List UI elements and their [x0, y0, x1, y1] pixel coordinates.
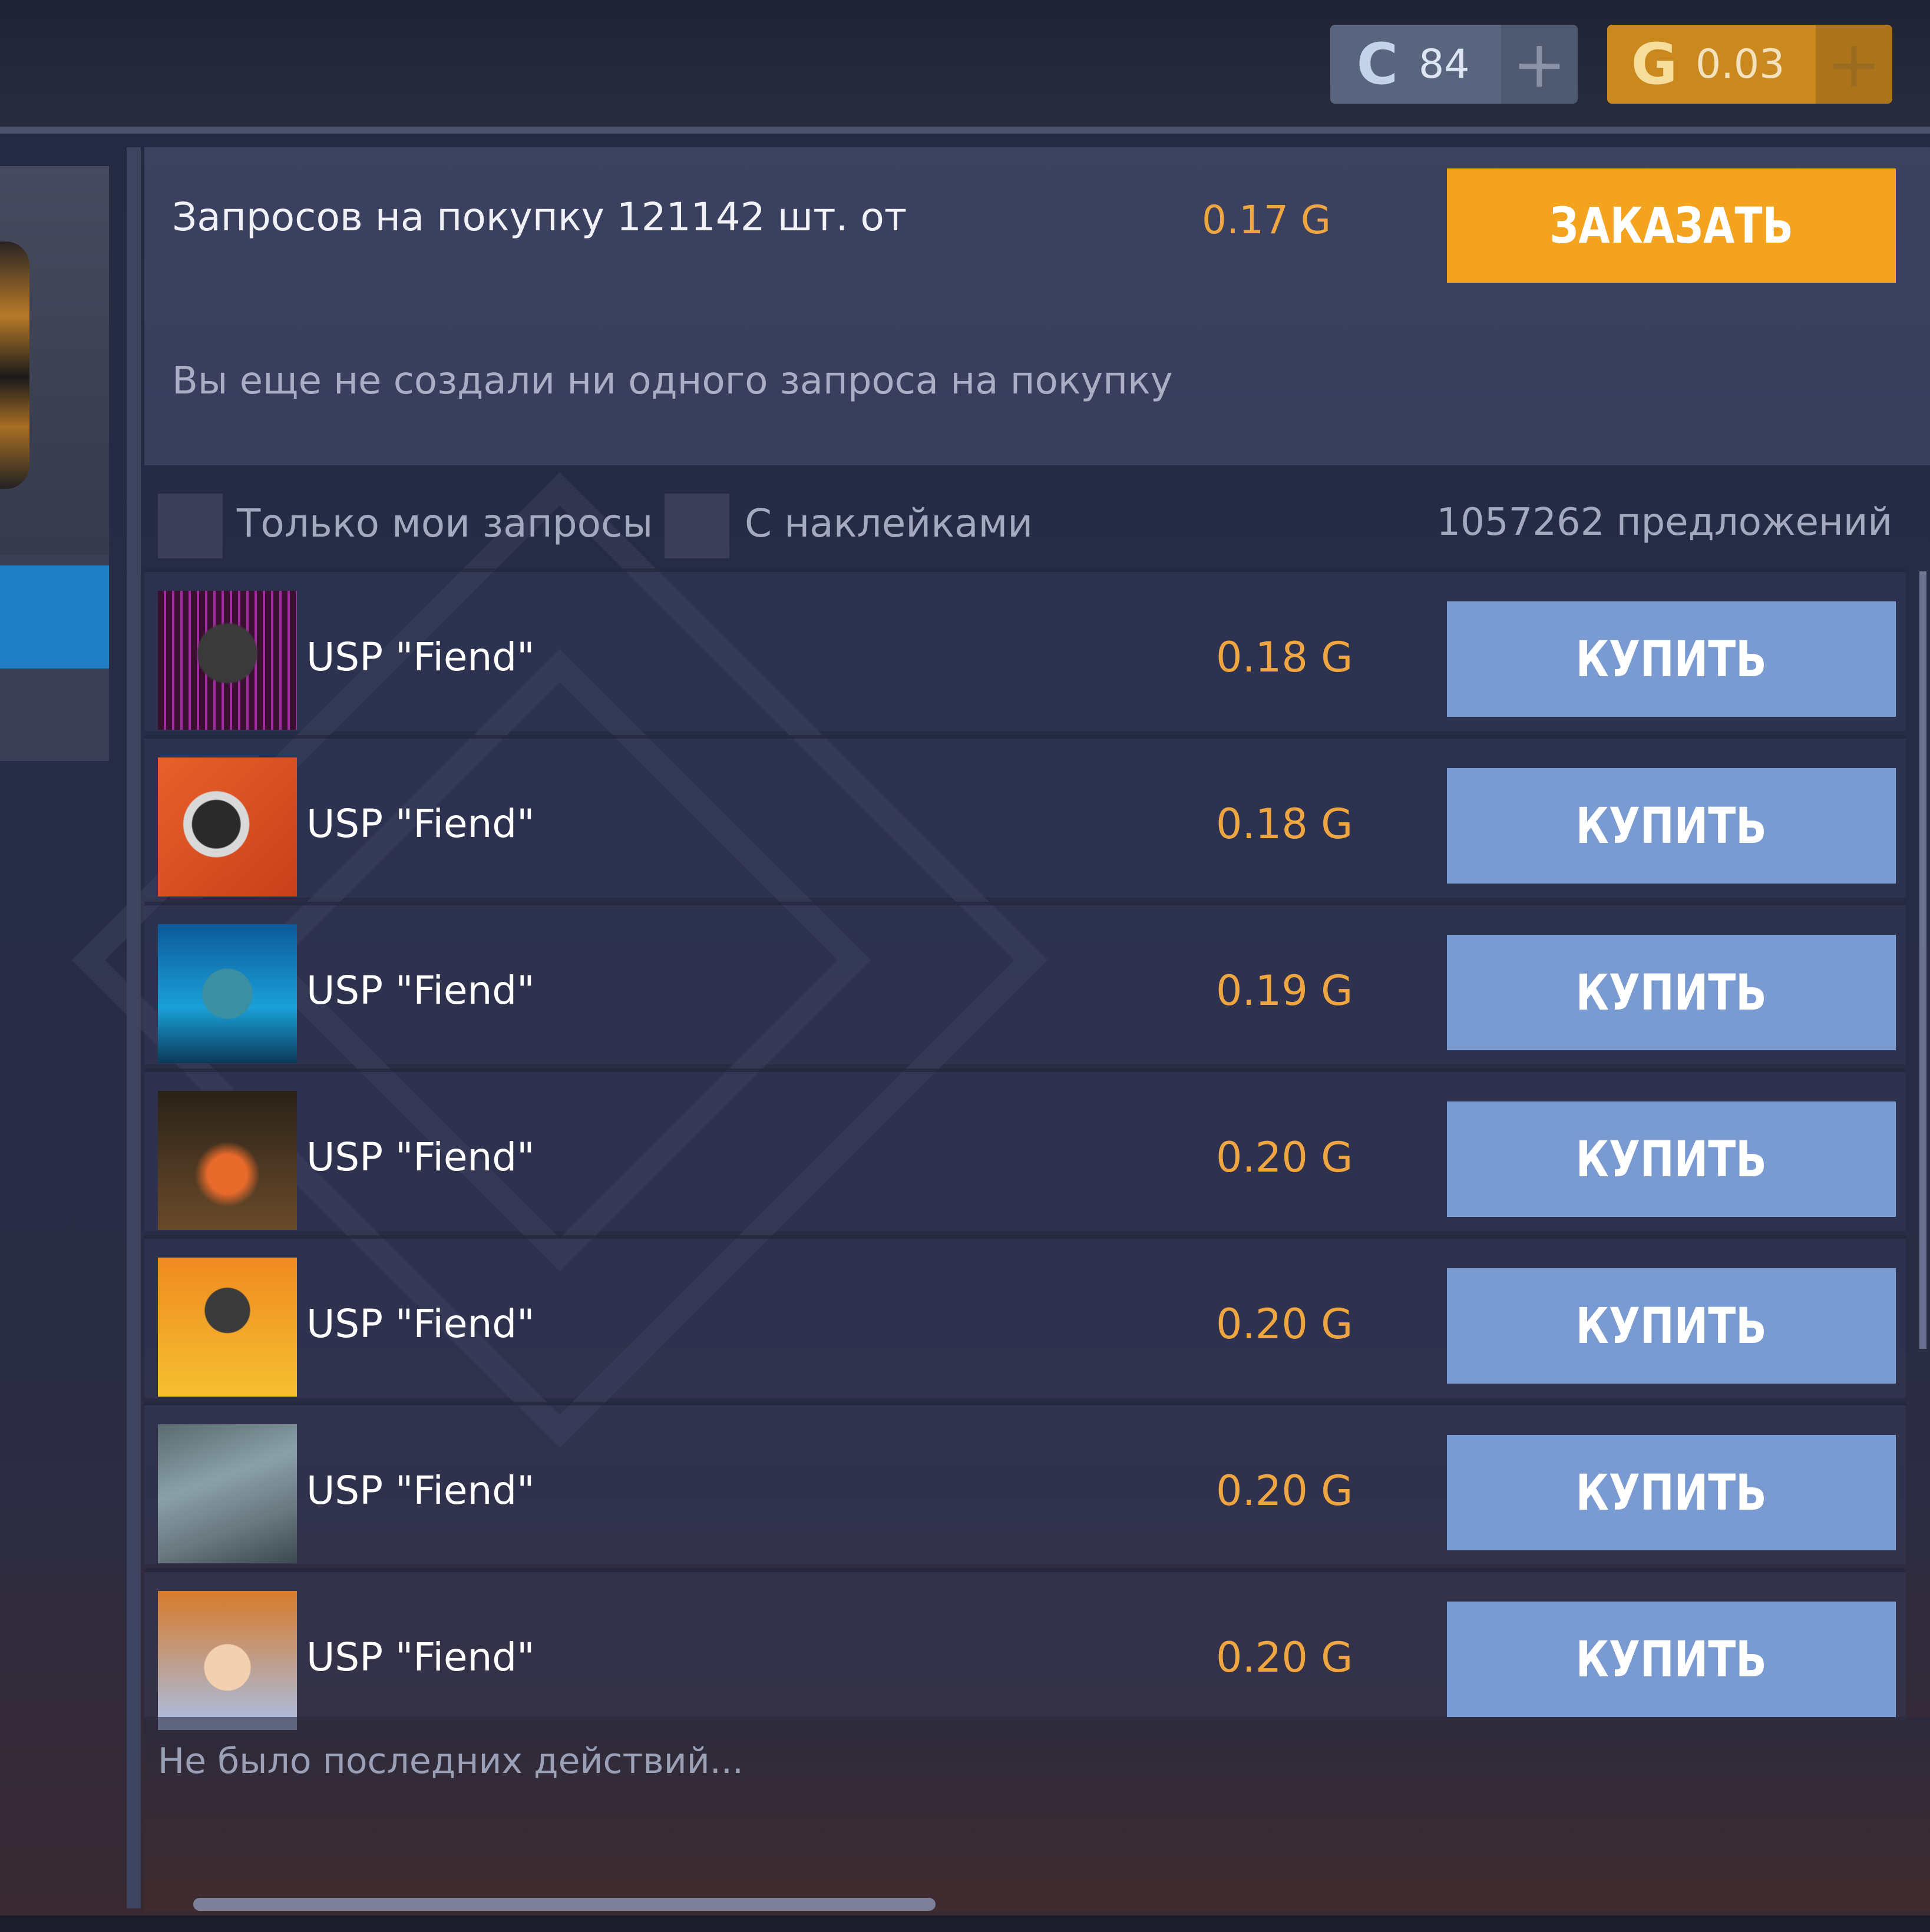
buy-button-label: КУПИТЬ — [1575, 964, 1767, 1021]
buy-button-label: КУПИТЬ — [1575, 1464, 1767, 1521]
offer-item-name: USP "Fiend" — [306, 968, 535, 1013]
only-my-requests-label[interactable]: Только мои запросы — [237, 501, 653, 546]
buy-button-label: КУПИТЬ — [1575, 797, 1767, 855]
fire-mask-avatar-icon — [158, 1258, 297, 1397]
offer-item-name: USP "Fiend" — [306, 634, 535, 680]
offer-price: 0.20 G — [1216, 1633, 1353, 1682]
offer-item-name: USP "Fiend" — [306, 1301, 535, 1347]
top-bar-divider — [0, 127, 1930, 134]
purchase-requests-summary: Запросов на покупку 121142 шт. от — [172, 194, 907, 240]
buy-button[interactable]: КУПИТЬ — [1447, 1435, 1896, 1550]
item-preview-tab[interactable] — [0, 565, 109, 669]
recent-activity-message: Не было последних действий... — [158, 1741, 743, 1782]
dagger-logo-avatar-icon — [158, 924, 297, 1063]
buy-button-label: КУПИТЬ — [1575, 630, 1767, 688]
offer-price: 0.18 G — [1216, 800, 1353, 848]
m-logo-avatar-icon — [158, 1091, 297, 1230]
offer-item-name: USP "Fiend" — [306, 1134, 535, 1180]
buy-button-label: КУПИТЬ — [1575, 1630, 1767, 1688]
credits-balance: C 84 + — [1330, 25, 1578, 104]
horizontal-scrollbar[interactable] — [193, 1898, 936, 1911]
offer-price: 0.19 G — [1216, 967, 1353, 1015]
with-stickers-checkbox[interactable] — [665, 494, 729, 558]
offer-price: 0.20 G — [1216, 1300, 1353, 1348]
buy-button[interactable]: КУПИТЬ — [1447, 601, 1896, 717]
gold-g-icon: G — [1631, 31, 1678, 97]
offer-item-name: USP "Fiend" — [306, 801, 535, 846]
offers-count: 1057262 предложений — [1436, 501, 1892, 544]
offer-price: 0.20 G — [1216, 1467, 1353, 1515]
buy-button[interactable]: КУПИТЬ — [1447, 1101, 1896, 1217]
order-button-label: ЗАКАЗАТЬ — [1549, 197, 1793, 254]
with-stickers-label[interactable]: С наклейками — [745, 501, 1033, 546]
buy-button[interactable]: КУПИТЬ — [1447, 1268, 1896, 1384]
add-gold-button[interactable]: + — [1816, 25, 1892, 104]
credits-value: 84 — [1419, 41, 1470, 88]
purchase-requests-min-price: 0.17 G — [1202, 197, 1331, 243]
hearts-avatar-icon — [158, 1591, 297, 1730]
offer-price: 0.20 G — [1216, 1133, 1353, 1182]
buy-button[interactable]: КУПИТЬ — [1447, 768, 1896, 884]
panel-divider — [127, 147, 141, 1908]
add-credits-button[interactable]: + — [1501, 25, 1578, 104]
gold-balance: G 0.03 + — [1607, 25, 1892, 104]
order-button[interactable]: ЗАКАЗАТЬ — [1447, 168, 1896, 283]
bottom-strip — [0, 1916, 1930, 1932]
offer-price: 0.18 G — [1216, 633, 1353, 682]
gold-value: 0.03 — [1696, 41, 1785, 88]
weapon-preview-icon — [0, 242, 29, 489]
landscape-avatar-icon — [158, 1424, 297, 1563]
buy-button-label: КУПИТЬ — [1575, 1297, 1767, 1355]
buy-button[interactable]: КУПИТЬ — [1447, 935, 1896, 1050]
masked-hero-avatar-icon — [158, 757, 297, 896]
buy-button[interactable]: КУПИТЬ — [1447, 1602, 1896, 1717]
only-my-requests-checkbox[interactable] — [158, 494, 223, 558]
offers-scrollbar[interactable] — [1919, 571, 1926, 1349]
offer-item-name: USP "Fiend" — [306, 1468, 535, 1513]
no-requests-message: Вы еще не создали ни одного запроса на п… — [172, 359, 1173, 403]
offer-item-name: USP "Fiend" — [306, 1635, 535, 1680]
buy-button-label: КУПИТЬ — [1575, 1130, 1767, 1188]
soldier-avatar-icon — [158, 591, 297, 730]
credits-c-icon: C — [1356, 31, 1399, 97]
